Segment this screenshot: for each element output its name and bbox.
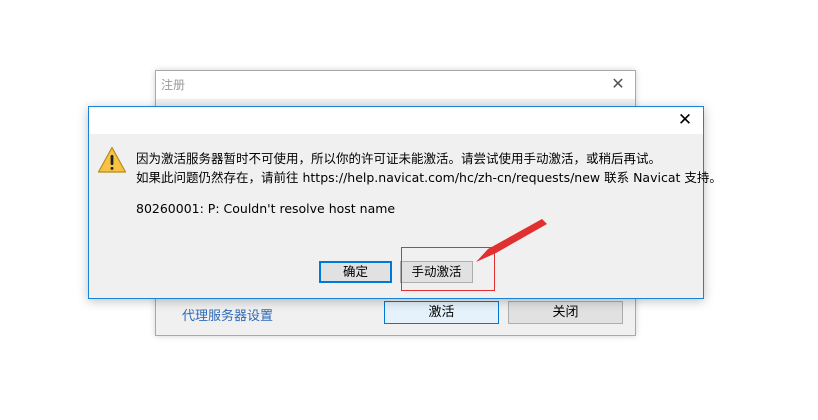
proxy-settings-link[interactable]: 代理服务器设置 bbox=[182, 305, 273, 324]
registration-titlebar: 注册 ✕ bbox=[156, 71, 635, 99]
error-message-line-1: 因为激活服务器暂时不可使用，所以你的许可证未能激活。请尝试使用手动激活，或稍后再… bbox=[136, 151, 662, 166]
error-dialog-titlebar: ✕ bbox=[89, 107, 703, 134]
ok-button[interactable]: 确定 bbox=[319, 261, 392, 283]
error-message-line-2: 如果此问题仍然存在，请前往 https://help.navicat.com/h… bbox=[136, 170, 722, 185]
error-code: 80260001: P: Couldn't resolve host name bbox=[136, 201, 396, 216]
error-dialog-close-icon[interactable]: ✕ bbox=[675, 110, 695, 130]
warning-icon bbox=[97, 146, 127, 173]
activate-button[interactable]: 激活 bbox=[384, 301, 499, 324]
registration-close-icon[interactable]: ✕ bbox=[607, 73, 629, 95]
close-button[interactable]: 关闭 bbox=[508, 301, 623, 324]
registration-title: 注册 bbox=[161, 78, 186, 92]
error-dialog: ✕ 因为激活服务器暂时不可使用，所以你的许可证未能激活。请尝试使用手动激活，或稍… bbox=[88, 106, 722, 299]
highlight-box bbox=[401, 247, 495, 291]
